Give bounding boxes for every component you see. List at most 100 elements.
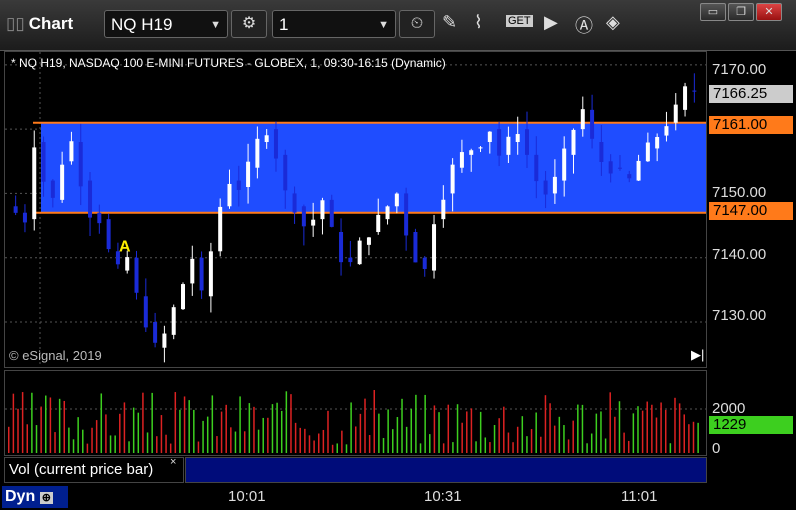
- clock-icon[interactable]: ⏲: [399, 10, 435, 38]
- candle-body: [552, 176, 557, 194]
- volume-bar: [322, 429, 325, 453]
- candle-body: [181, 284, 185, 310]
- close-button[interactable]: ✕: [756, 3, 782, 21]
- candle-body: [673, 104, 678, 123]
- volume-bar: [655, 417, 658, 453]
- volume-bar: [58, 398, 61, 453]
- candle-body: [199, 257, 204, 291]
- volume-bar: [49, 397, 52, 453]
- volume-bar: [119, 413, 121, 453]
- volume-bar: [604, 438, 607, 453]
- close-icon[interactable]: ×: [170, 456, 176, 468]
- candle-body: [208, 251, 213, 297]
- volume-bar: [489, 442, 491, 453]
- indicator-icon[interactable]: ⌇: [474, 12, 483, 33]
- price-axis[interactable]: 7170.00 7150.00 7140.00 7130.00 7166.25 …: [707, 51, 796, 368]
- volume-bar: [308, 435, 311, 453]
- volume-bar: [674, 397, 676, 453]
- volume-bar: [373, 390, 376, 453]
- volume-bar: [387, 409, 389, 453]
- volume-bar: [211, 395, 214, 453]
- dyn-button[interactable]: Dyn ⊕: [2, 486, 68, 508]
- candle-body: [506, 136, 511, 155]
- volume-bar: [280, 410, 283, 453]
- volume-pane[interactable]: [4, 370, 707, 456]
- get-icon[interactable]: GET: [506, 15, 533, 27]
- diamond-icon[interactable]: ◈: [606, 12, 620, 33]
- range-band: [41, 122, 706, 213]
- volume-bar: [299, 427, 301, 453]
- volume-bar: [447, 404, 450, 453]
- volume-chart: [5, 390, 706, 453]
- volume-bar: [114, 435, 116, 453]
- xtick: 11:01: [621, 488, 658, 505]
- volume-bar: [91, 427, 93, 453]
- volume-bar: [595, 413, 598, 453]
- grip-icon[interactable]: ▯▯: [6, 14, 25, 33]
- volume-bar: [21, 392, 24, 453]
- volume-bar: [678, 403, 681, 453]
- volume-bar: [609, 392, 611, 453]
- volume-bar: [544, 395, 547, 453]
- candle-body: [385, 206, 390, 220]
- candle-body: [236, 180, 241, 190]
- candle-body: [78, 142, 83, 187]
- volume-bar: [31, 392, 33, 453]
- volume-bar: [660, 402, 662, 453]
- volume-bar: [276, 402, 278, 453]
- volume-bar: [461, 422, 463, 453]
- volume-axis: 2000 1229 0: [707, 370, 796, 457]
- candle-body: [655, 136, 660, 149]
- volume-bar: [697, 422, 699, 453]
- volume-bar: [54, 432, 56, 453]
- gear-icon[interactable]: ⚙: [231, 10, 267, 38]
- chevron-down-icon[interactable]: ▼: [210, 11, 221, 39]
- volume-bar: [45, 395, 47, 453]
- symbol-input[interactable]: NQ H19 ▼: [104, 10, 228, 38]
- volume-bar: [156, 436, 158, 453]
- volume-bar: [355, 426, 357, 453]
- price-chart: A: [5, 52, 706, 367]
- candle-body: [301, 206, 306, 227]
- volume-bar: [641, 410, 644, 453]
- candle-body: [32, 147, 37, 220]
- volume-bar: [521, 416, 524, 453]
- candle-body: [339, 232, 344, 263]
- volume-bar: [132, 407, 135, 453]
- volume-bar: [627, 440, 630, 453]
- volume-bar: [317, 433, 320, 453]
- candle-body: [366, 237, 371, 245]
- volume-bar: [193, 409, 195, 453]
- volume-bar: [452, 442, 454, 453]
- candle-body: [264, 135, 269, 142]
- pencil-icon[interactable]: ✎: [442, 12, 457, 33]
- volume-study-label: Vol (current price bar): [4, 457, 184, 483]
- volume-bar: [415, 394, 417, 453]
- volume-bar: [493, 425, 496, 453]
- interval-input[interactable]: 1 ▼: [272, 10, 396, 38]
- volume-bar: [590, 433, 593, 453]
- scroll-right-icon[interactable]: ▶|: [691, 347, 704, 363]
- candle-body: [441, 199, 446, 220]
- chevron-down-icon[interactable]: ▼: [378, 11, 389, 39]
- volume-bar: [239, 396, 241, 453]
- alert-icon[interactable]: Ⓐ: [575, 12, 593, 38]
- volume-bar: [262, 417, 264, 453]
- price-pane[interactable]: A * NQ H19, NASDAQ 100 E-MINI FUTURES - …: [4, 51, 707, 368]
- candle-body: [376, 214, 381, 232]
- volume-bar: [688, 424, 690, 453]
- minimize-button[interactable]: ▭: [700, 3, 726, 21]
- play-icon[interactable]: ▶: [544, 12, 558, 33]
- candle-body: [543, 180, 548, 195]
- restore-button[interactable]: ❐: [728, 3, 754, 21]
- volume-bar: [290, 394, 292, 453]
- volume-bar: [336, 443, 338, 453]
- time-axis[interactable]: Dyn ⊕ 10:01 10:31 11:01: [0, 484, 796, 510]
- volume-bar: [146, 432, 149, 453]
- volume-bar: [341, 430, 343, 453]
- candle-body: [692, 90, 697, 92]
- volume-bar: [105, 414, 107, 453]
- volume-bar: [683, 414, 685, 453]
- candle-body: [41, 142, 46, 182]
- volume-bar: [304, 428, 306, 453]
